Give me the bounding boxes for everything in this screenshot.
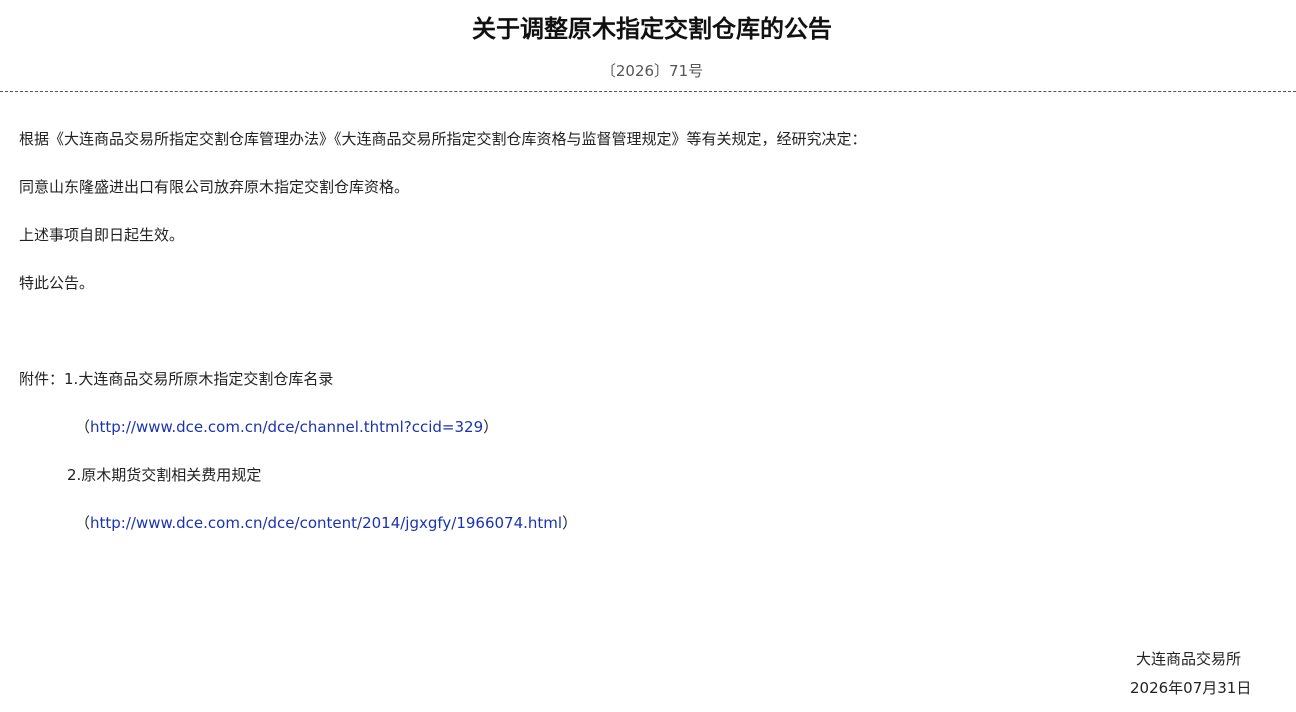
body-paragraph-basis: 根据《大连商品交易所指定交割仓库管理办法》《大连商品交易所指定交割仓库资格与监督… <box>19 130 867 148</box>
attachment-2-label: 2.原木期货交割相关费用规定 <box>67 466 262 484</box>
signature-date: 2026年07月31日 <box>1130 679 1252 697</box>
signature-organization: 大连商品交易所 <box>1136 650 1242 668</box>
attachment-2-open-paren: （ <box>75 514 91 532</box>
attachment-2-close-paren: ） <box>562 514 578 532</box>
page-title: 关于调整原木指定交割仓库的公告 <box>472 15 832 43</box>
attachment-item-2: 2.原木期货交割相关费用规定 <box>67 464 261 486</box>
attachment-item-1: 附件：1.大连商品交易所原木指定交割仓库名录 <box>19 368 333 390</box>
attachment-1-label: 1.大连商品交易所原木指定交割仓库名录 <box>64 370 334 388</box>
document-number: 〔2026〕71号 <box>600 62 704 80</box>
attachment-2-link-row: （http://www.dce.com.cn/dce/content/2014/… <box>75 512 577 534</box>
attachment-2-link[interactable]: http://www.dce.com.cn/dce/content/2014/j… <box>90 514 562 532</box>
attachment-1-link[interactable]: http://www.dce.com.cn/dce/channel.thtml?… <box>90 418 483 436</box>
body-paragraph-effective: 上述事项自即日起生效。 <box>19 226 185 244</box>
attachment-prefix: 附件： <box>19 370 65 388</box>
attachment-1-close-paren: ） <box>483 418 499 436</box>
attachment-1-open-paren: （ <box>75 418 91 436</box>
header-divider <box>0 91 1296 92</box>
body-paragraph-closing: 特此公告。 <box>19 274 95 292</box>
body-paragraph-decision: 同意山东隆盛进出口有限公司放弃原木指定交割仓库资格。 <box>19 178 410 196</box>
attachment-1-link-row: （http://www.dce.com.cn/dce/channel.thtml… <box>75 416 498 438</box>
